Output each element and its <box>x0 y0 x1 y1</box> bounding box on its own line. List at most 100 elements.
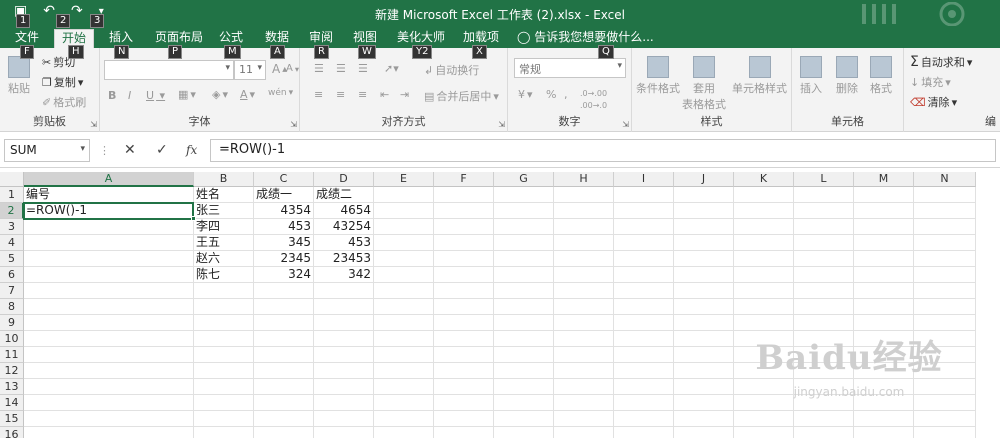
cell-j8[interactable] <box>674 299 734 315</box>
cell-k6[interactable] <box>734 267 794 283</box>
cell-g8[interactable] <box>494 299 554 315</box>
cell-n8[interactable] <box>914 299 976 315</box>
cell-i8[interactable] <box>614 299 674 315</box>
cell-l7[interactable] <box>794 283 854 299</box>
column-header-i[interactable]: I <box>614 172 674 187</box>
cell-j12[interactable] <box>674 363 734 379</box>
cell-i5[interactable] <box>614 251 674 267</box>
cell-g10[interactable] <box>494 331 554 347</box>
row-header-14[interactable]: 14 <box>0 395 24 411</box>
cell-b10[interactable] <box>194 331 254 347</box>
cell-i1[interactable] <box>614 187 674 203</box>
cell-k4[interactable] <box>734 235 794 251</box>
bottom-align-icon[interactable]: ☰ <box>358 62 368 75</box>
column-header-d[interactable]: D <box>314 172 374 187</box>
cell-d13[interactable] <box>314 379 374 395</box>
cell-c2[interactable]: 4354 <box>254 203 314 219</box>
cell-c14[interactable] <box>254 395 314 411</box>
cell-c16[interactable] <box>254 427 314 438</box>
row-header-8[interactable]: 8 <box>0 299 24 315</box>
italic-button[interactable]: I <box>128 89 131 102</box>
underline-button[interactable]: U ▾ <box>146 89 165 102</box>
column-header-e[interactable]: E <box>374 172 434 187</box>
column-header-f[interactable]: F <box>434 172 494 187</box>
cell-i9[interactable] <box>614 315 674 331</box>
cell-g4[interactable] <box>494 235 554 251</box>
cell-n4[interactable] <box>914 235 976 251</box>
top-align-icon[interactable]: ☰ <box>314 62 324 75</box>
cell-e7[interactable] <box>374 283 434 299</box>
cell-e5[interactable] <box>374 251 434 267</box>
comma-button[interactable]: , <box>564 88 568 101</box>
dialog-launcher-icon[interactable]: ⇲ <box>290 120 297 129</box>
column-header-l[interactable]: L <box>794 172 854 187</box>
cancel-icon[interactable]: ✕ <box>124 142 136 158</box>
cell-m5[interactable] <box>854 251 914 267</box>
cell-g12[interactable] <box>494 363 554 379</box>
column-header-c[interactable]: C <box>254 172 314 187</box>
orientation-icon[interactable]: ➚▾ <box>384 62 399 75</box>
row-header-16[interactable]: 16 <box>0 427 24 438</box>
cell-k1[interactable] <box>734 187 794 203</box>
cell-j16[interactable] <box>674 427 734 438</box>
cell-f1[interactable] <box>434 187 494 203</box>
cell-l8[interactable] <box>794 299 854 315</box>
column-header-m[interactable]: M <box>854 172 914 187</box>
format-as-table-button[interactable]: 套用 表格格式 <box>682 56 726 112</box>
cell-e15[interactable] <box>374 411 434 427</box>
cell-i7[interactable] <box>614 283 674 299</box>
number-format-combo[interactable]: 常规 ▾ <box>514 58 626 78</box>
cell-e2[interactable] <box>374 203 434 219</box>
cell-g3[interactable] <box>494 219 554 235</box>
cell-k7[interactable] <box>734 283 794 299</box>
cell-h16[interactable] <box>554 427 614 438</box>
column-header-b[interactable]: B <box>194 172 254 187</box>
cell-d16[interactable] <box>314 427 374 438</box>
cell-a9[interactable] <box>24 315 194 331</box>
cell-k9[interactable] <box>734 315 794 331</box>
cell-f8[interactable] <box>434 299 494 315</box>
cell-a7[interactable] <box>24 283 194 299</box>
cell-d9[interactable] <box>314 315 374 331</box>
merge-center-button[interactable]: ▤ 合并后居中 ▾ <box>424 88 499 104</box>
row-header-7[interactable]: 7 <box>0 283 24 299</box>
cell-c6[interactable]: 324 <box>254 267 314 283</box>
cell-a6[interactable] <box>24 267 194 283</box>
cell-h9[interactable] <box>554 315 614 331</box>
cell-b2[interactable]: 张三 <box>194 203 254 219</box>
row-header-12[interactable]: 12 <box>0 363 24 379</box>
cell-i12[interactable] <box>614 363 674 379</box>
cell-b5[interactable]: 赵六 <box>194 251 254 267</box>
row-header-4[interactable]: 4 <box>0 235 24 251</box>
cell-f14[interactable] <box>434 395 494 411</box>
cell-n3[interactable] <box>914 219 976 235</box>
cell-i6[interactable] <box>614 267 674 283</box>
currency-button[interactable]: ¥ ▾ <box>518 88 533 101</box>
cell-e3[interactable] <box>374 219 434 235</box>
phonetic-button[interactable]: wén ▾ <box>268 88 293 98</box>
middle-align-icon[interactable]: ☰ <box>336 62 346 75</box>
delete-cells-button[interactable]: 删除 <box>836 56 858 96</box>
cell-c12[interactable] <box>254 363 314 379</box>
cell-j1[interactable] <box>674 187 734 203</box>
cell-b7[interactable] <box>194 283 254 299</box>
enter-icon[interactable]: ✓ <box>156 142 168 158</box>
cell-i3[interactable] <box>614 219 674 235</box>
align-right-icon[interactable]: ≡ <box>358 88 367 101</box>
percent-button[interactable]: % <box>546 88 556 101</box>
cell-g13[interactable] <box>494 379 554 395</box>
cell-g6[interactable] <box>494 267 554 283</box>
cell-g15[interactable] <box>494 411 554 427</box>
cell-k8[interactable] <box>734 299 794 315</box>
cell-c10[interactable] <box>254 331 314 347</box>
cell-l6[interactable] <box>794 267 854 283</box>
cell-j10[interactable] <box>674 331 734 347</box>
cell-g16[interactable] <box>494 427 554 438</box>
cell-a3[interactable] <box>24 219 194 235</box>
cell-b3[interactable]: 李四 <box>194 219 254 235</box>
cell-j15[interactable] <box>674 411 734 427</box>
cell-k2[interactable] <box>734 203 794 219</box>
cell-j3[interactable] <box>674 219 734 235</box>
decrease-decimal-button[interactable]: .00→.0 <box>580 101 607 110</box>
row-header-5[interactable]: 5 <box>0 251 24 267</box>
